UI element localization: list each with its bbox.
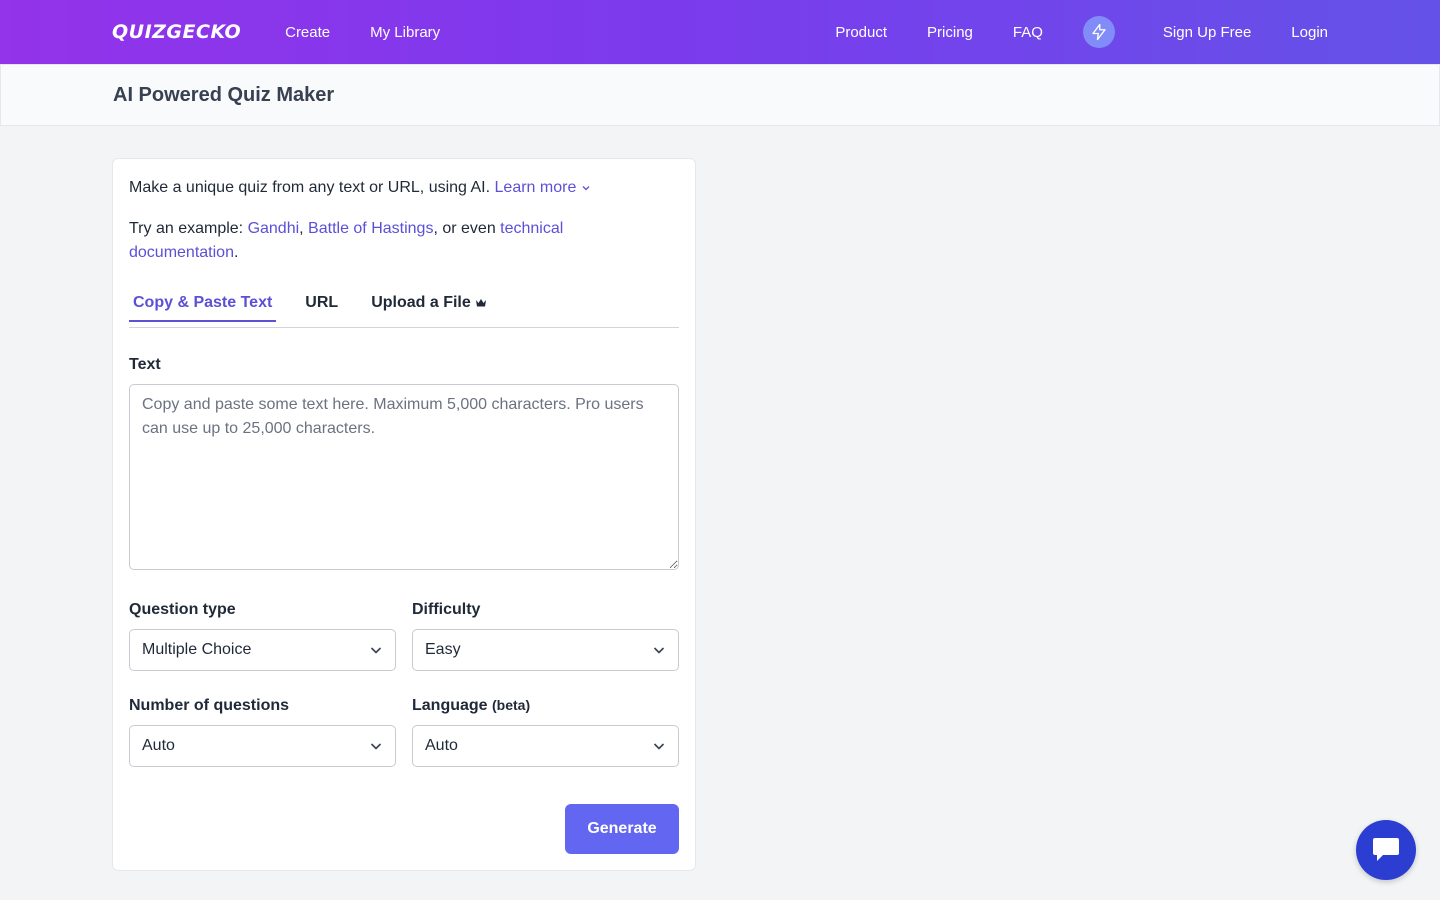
- example-gandhi-link[interactable]: Gandhi: [248, 220, 300, 237]
- example-text: Try an example: Gandhi, Battle of Hastin…: [129, 217, 589, 265]
- example-prefix: Try an example:: [129, 220, 248, 237]
- text-input[interactable]: [129, 384, 679, 570]
- tab-copy-paste-text[interactable]: Copy & Paste Text: [129, 290, 277, 322]
- top-navbar: QUIZGECKO Create My Library Product Pric…: [0, 0, 1440, 64]
- select-value: Easy: [425, 641, 461, 658]
- beta-tag: (beta): [492, 697, 531, 713]
- tab-upload-file[interactable]: Upload a File: [367, 290, 491, 320]
- intro-text: Make a unique quiz from any text or URL,…: [129, 177, 679, 199]
- language-label-text: Language: [412, 697, 488, 714]
- language-label: Language (beta): [412, 697, 679, 715]
- difficulty-label: Difficulty: [412, 601, 481, 618]
- chat-bubble-icon: [1373, 838, 1399, 861]
- nav-faq-link[interactable]: FAQ: [1013, 24, 1043, 41]
- quiz-maker-card: Make a unique quiz from any text or URL,…: [112, 158, 696, 871]
- options-grid: Question type Multiple Choice Difficulty…: [129, 601, 679, 793]
- num-questions-field: Number of questions Auto: [129, 697, 396, 767]
- learn-more-label: Learn more: [494, 179, 577, 196]
- chevron-down-icon: [370, 647, 382, 654]
- tab-label: Copy & Paste Text: [133, 294, 273, 311]
- num-questions-label: Number of questions: [129, 697, 290, 714]
- chevron-down-icon: [653, 647, 665, 654]
- nav-left: Create My Library: [285, 24, 440, 41]
- difficulty-select[interactable]: Easy: [412, 629, 679, 671]
- source-tabs: Copy & Paste Text URL Upload a File: [129, 290, 679, 328]
- login-link[interactable]: Login: [1291, 24, 1328, 41]
- question-type-label: Question type: [129, 601, 236, 618]
- page-header: AI Powered Quiz Maker: [0, 64, 1440, 126]
- chevron-down-icon: [370, 743, 382, 750]
- generate-button[interactable]: Generate: [565, 804, 679, 854]
- example-sep2: , or even: [433, 220, 501, 237]
- nav-my-library-link[interactable]: My Library: [370, 24, 440, 41]
- select-value: Multiple Choice: [142, 641, 252, 658]
- nav-pricing-link[interactable]: Pricing: [927, 24, 973, 41]
- sign-up-free-link[interactable]: Sign Up Free: [1163, 24, 1251, 41]
- language-select[interactable]: Auto: [412, 725, 679, 767]
- example-hastings-link[interactable]: Battle of Hastings: [308, 220, 433, 237]
- nav-create-link[interactable]: Create: [285, 24, 330, 41]
- learn-more-link[interactable]: Learn more: [495, 179, 591, 196]
- example-suffix: .: [233, 244, 239, 261]
- difficulty-field: Difficulty Easy: [412, 601, 679, 671]
- crown-icon: [475, 299, 486, 307]
- tab-label: URL: [305, 294, 339, 311]
- nav-right: Product Pricing FAQ Sign Up Free Login: [835, 16, 1328, 48]
- intro-description: Make a unique quiz from any text or URL,…: [129, 179, 495, 196]
- chevron-down-icon: [582, 185, 590, 191]
- select-value: Auto: [425, 737, 458, 754]
- text-field-label: Text: [129, 356, 161, 373]
- lightning-bolt-icon[interactable]: [1082, 16, 1115, 48]
- tab-url[interactable]: URL: [301, 290, 342, 320]
- select-value: Auto: [142, 737, 175, 754]
- question-type-select[interactable]: Multiple Choice: [129, 629, 396, 671]
- num-questions-select[interactable]: Auto: [129, 725, 396, 767]
- page-title: AI Powered Quiz Maker: [113, 83, 335, 106]
- brand-logo[interactable]: QUIZGECKO: [112, 21, 241, 43]
- nav-product-link[interactable]: Product: [835, 24, 887, 41]
- example-sep1: ,: [299, 220, 309, 237]
- tab-label: Upload a File: [371, 294, 471, 311]
- chevron-down-icon: [653, 743, 665, 750]
- language-field: Language (beta) Auto: [412, 697, 679, 767]
- chat-widget-button[interactable]: [1356, 820, 1416, 880]
- question-type-field: Question type Multiple Choice: [129, 601, 396, 671]
